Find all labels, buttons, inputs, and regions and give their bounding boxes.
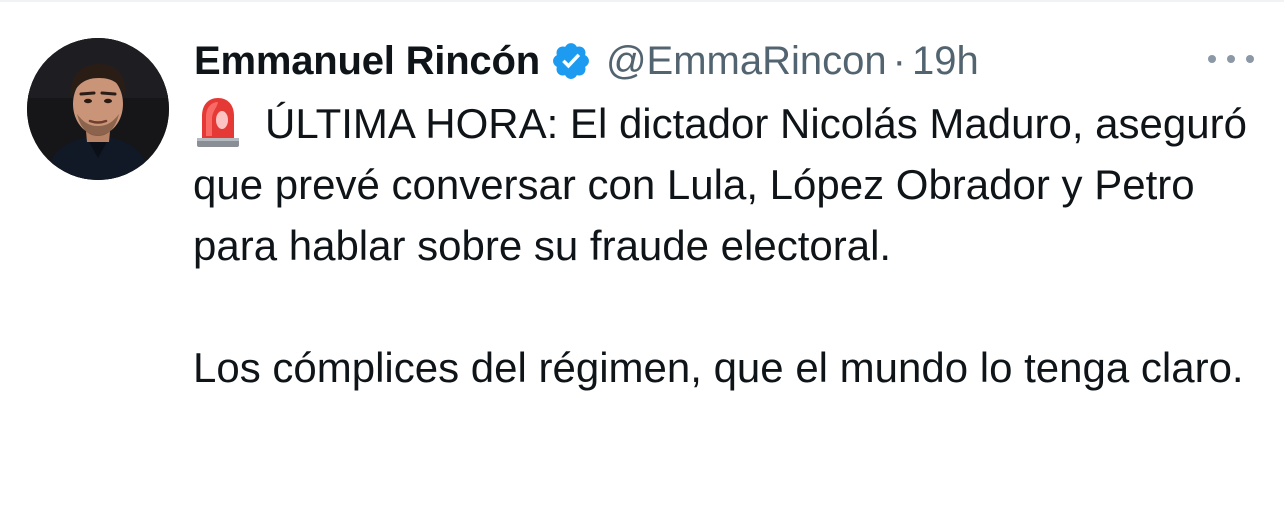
tweet-header: Emmanuel Rincón @EmmaRincon · 19h (194, 35, 979, 87)
police-car-light-icon (193, 94, 243, 148)
verified-badge-icon[interactable] (550, 40, 592, 82)
timestamp[interactable]: 19h (912, 39, 979, 84)
tweet-paragraph-2: Los cómplices del régimen, que el mundo … (193, 337, 1273, 398)
avatar-photo (27, 38, 169, 180)
tweet[interactable]: Emmanuel Rincón @EmmaRincon · 19h ÚLTIMA… (0, 0, 1284, 529)
author-name[interactable]: Emmanuel Rincón (194, 39, 540, 84)
more-options-icon[interactable] (1208, 44, 1254, 74)
tweet-body: ÚLTIMA HORA: El dictador Nicolás Maduro,… (193, 93, 1273, 398)
tweet-text-1: ÚLTIMA HORA: El dictador Nicolás Maduro,… (193, 100, 1247, 269)
author-handle[interactable]: @EmmaRincon (606, 39, 887, 84)
tweet-paragraph-1: ÚLTIMA HORA: El dictador Nicolás Maduro,… (193, 93, 1273, 276)
avatar[interactable] (27, 38, 169, 180)
tweet-text-2: Los cómplices del régimen, que el mundo … (193, 344, 1244, 391)
separator-dot: · (892, 38, 906, 83)
